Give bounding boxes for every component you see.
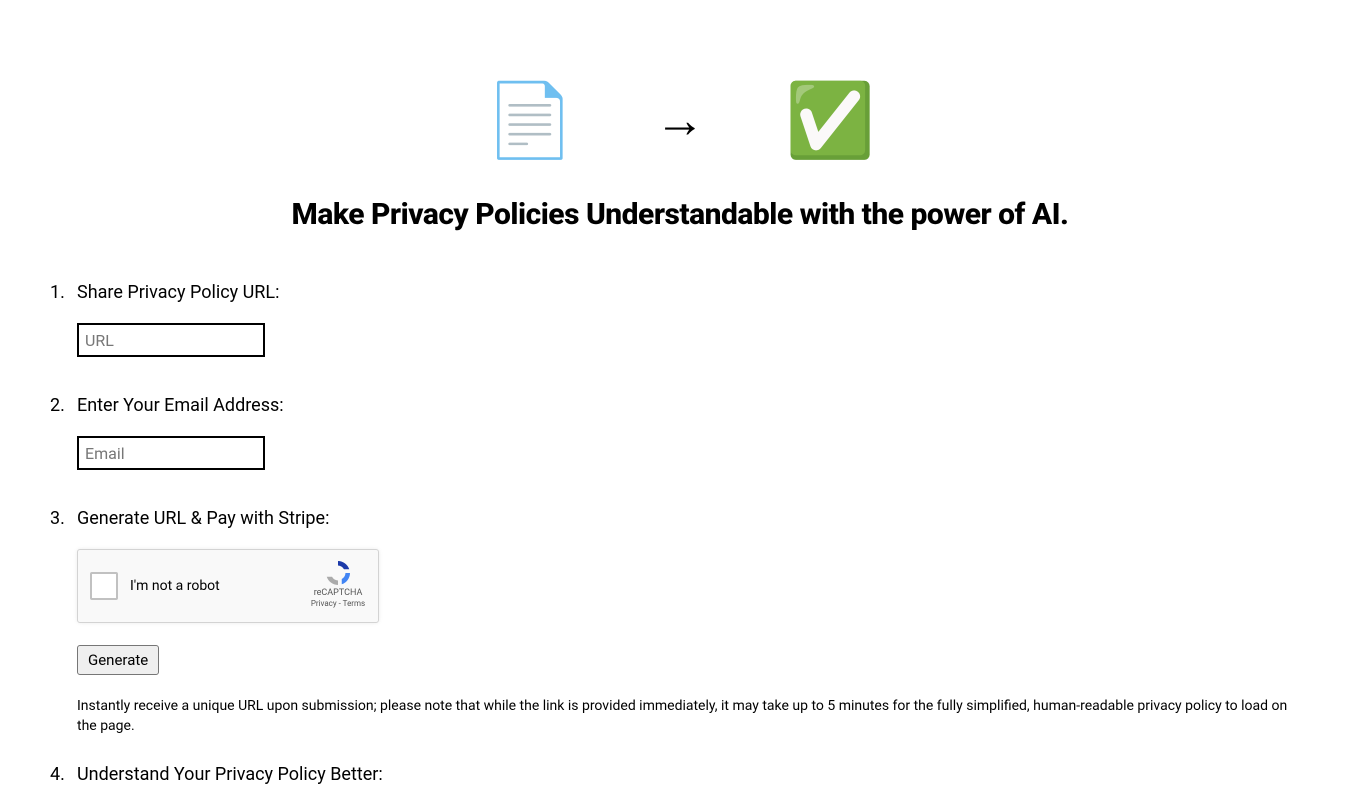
recaptcha-logo: reCAPTCHA Privacy - Terms (308, 558, 368, 608)
document-icon: 📄 (485, 85, 575, 157)
recaptcha-widget: I'm not a robot reCAPTCHA Privacy - Term… (77, 549, 379, 623)
generate-button[interactable]: Generate (77, 645, 159, 675)
recaptcha-label: I'm not a robot (130, 578, 220, 594)
generate-note: Instantly receive a unique URL upon subm… (77, 697, 1310, 736)
step-4-label: Understand Your Privacy Policy Better: (77, 764, 1310, 785)
arrow-right-icon: → (655, 96, 705, 146)
check-icon: ✅ (785, 85, 875, 157)
email-input[interactable] (77, 436, 265, 470)
hero-icons: 📄 → ✅ (50, 0, 1310, 197)
step-1: Share Privacy Policy URL: (50, 282, 1310, 367)
step-3-label: Generate URL & Pay with Stripe: (77, 508, 1310, 529)
url-input[interactable] (77, 323, 265, 357)
step-2: Enter Your Email Address: (50, 395, 1310, 480)
recaptcha-brand: reCAPTCHA (308, 589, 368, 599)
step-4: Understand Your Privacy Policy Better: (50, 764, 1310, 785)
page-headline: Make Privacy Policies Understandable wit… (50, 197, 1310, 232)
step-1-label: Share Privacy Policy URL: (77, 282, 1310, 303)
step-2-label: Enter Your Email Address: (77, 395, 1310, 416)
recaptcha-links[interactable]: Privacy - Terms (308, 599, 368, 608)
recaptcha-logo-icon (323, 558, 353, 588)
recaptcha-checkbox[interactable] (90, 572, 118, 600)
step-3: Generate URL & Pay with Stripe: I'm not … (50, 508, 1310, 736)
